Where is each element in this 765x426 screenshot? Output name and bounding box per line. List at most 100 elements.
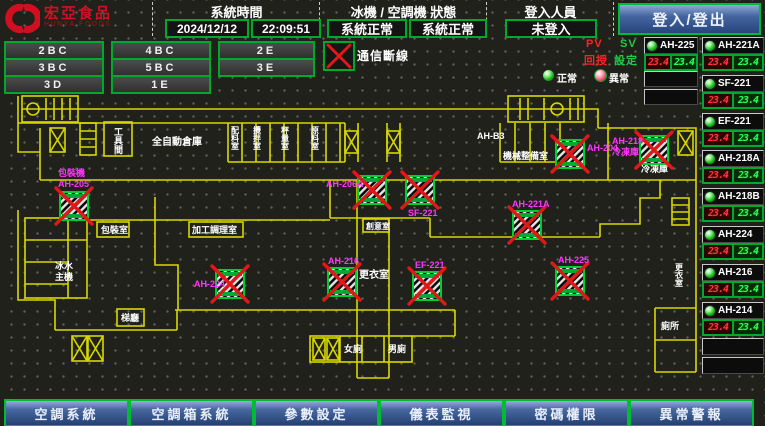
divider [152, 2, 153, 36]
unit-row-ah-224[interactable]: AH-224 [702, 226, 764, 243]
ahu-marker-offline[interactable]: 包裝機AH-205 [56, 167, 92, 224]
unit-status-led [704, 229, 716, 241]
system-date-value: 2024/12/12 [165, 19, 249, 38]
ahu-marker-offline[interactable]: AH-206A [326, 172, 390, 208]
marker-label: AH-225 [558, 255, 589, 265]
unit-status-led [704, 116, 716, 128]
marker-label: AH-221A [512, 199, 550, 209]
unit-status-led [704, 267, 716, 279]
room-label: 梯廳 [121, 312, 139, 323]
unit-temp-display-ah-224: 23.423.4 [702, 243, 764, 260]
unit-temp-display-ah-216: 23.423.4 [702, 281, 764, 298]
comm-loss-label: 通信斷線 [357, 47, 409, 64]
unit-temp-display-ah-225: 23.423.4 [644, 54, 698, 71]
divider [613, 2, 614, 36]
floor-button-3e[interactable]: 3E [218, 58, 315, 77]
unit-temp-display-sf-221: 23.423.4 [702, 92, 764, 109]
ahu-marker-offline[interactable]: SF-221 [402, 172, 438, 218]
chiller-status-value: 系統正常 [327, 19, 407, 38]
unit-sv-value: 23.4 [734, 169, 762, 182]
unit-status-led [704, 191, 716, 203]
unit-name: AH-214 [718, 305, 752, 316]
pv-legend: PV [586, 38, 603, 50]
abnormal-legend: 異常 [609, 70, 629, 85]
room-label: 機械整備室 [503, 150, 548, 161]
unit-temp-display-ah-214: 23.423.4 [702, 319, 764, 336]
unit-row-ah-218b[interactable]: AH-218B [702, 188, 764, 205]
unit-name: AH-218B [718, 191, 760, 202]
unit-row-ah-214[interactable]: AH-214 [702, 302, 764, 319]
unit-sv-value: 23.4 [672, 56, 696, 69]
ahu-marker-offline[interactable]: AH-218冷凍庫 [612, 132, 672, 168]
unit-status-led [704, 40, 716, 52]
unit-name: AH-218A [718, 153, 760, 164]
unit-name: AH-224 [718, 229, 752, 240]
unit-row-ah-216[interactable]: AH-216 [702, 264, 764, 281]
ahu-marker-offline[interactable]: AH-216 [324, 256, 360, 300]
unit-pv-value: 23.4 [704, 321, 734, 334]
room-label: 全自動倉庫 [151, 135, 202, 148]
unit-pv-value: 23.4 [704, 94, 734, 107]
marker-label: 冷凍庫 [612, 146, 639, 157]
unit-name: AH-225 [660, 40, 694, 51]
unit-pv-value: 23.4 [704, 132, 734, 145]
marker-label: EF-221 [415, 260, 445, 270]
unit-name: AH-221A [718, 40, 760, 51]
setpoint-legend: 設定 [614, 52, 638, 68]
unit-name: EF-221 [718, 116, 751, 127]
brand-name-cn: 宏亞食品 [44, 6, 112, 21]
unit-row-ef-221[interactable]: EF-221 [702, 113, 764, 130]
unit-empty-slot [644, 89, 698, 105]
abnormal-led-icon [594, 69, 607, 82]
unit-temp-display-ah-218b: 23.423.4 [702, 205, 764, 222]
unit-sv-value: 23.4 [734, 132, 762, 145]
room-label: 加工調理室 [191, 224, 237, 235]
nav-button-2[interactable]: 空調箱系統 [129, 399, 254, 426]
floorplan: 工具間全自動倉庫配料室攪拌室秤量室原料室AH-B3機械整備室冷凍庫包裝室加工調理… [0, 88, 765, 400]
room-label: AH-B3 [477, 131, 505, 141]
hmi-screen: 宏亞食品 HUNYA FOODS 系統時間 2024/12/12 22:09:5… [0, 0, 765, 426]
unit-name: SF-221 [718, 78, 751, 89]
login-user-value: 未登入 [505, 19, 597, 38]
brand-name-en: HUNYA FOODS [44, 21, 112, 28]
unit-pv-value: 23.4 [704, 283, 734, 296]
ahu-marker-offline[interactable]: EF-221 [409, 260, 445, 304]
nav-button-5[interactable]: 密碼權限 [504, 399, 629, 426]
login-logout-button[interactable]: 登入/登出 [618, 3, 761, 35]
normal-legend: 正常 [557, 70, 577, 85]
system-clock-value: 22:09:51 [251, 19, 321, 38]
room-label: 女廁 [344, 343, 362, 354]
unit-status-led [704, 78, 716, 90]
marker-label: AH-218 [612, 136, 643, 146]
unit-empty-slot [702, 338, 764, 355]
nav-button-1[interactable]: 空調系統 [4, 399, 129, 426]
room-label: 廁所 [661, 320, 679, 331]
unit-empty-slot [702, 357, 764, 374]
room-label: 攪拌室 [253, 125, 262, 151]
room-label: 冰水 [55, 260, 74, 271]
unit-row-sf-221[interactable]: SF-221 [702, 75, 764, 92]
ahu-marker-offline[interactable]: AH-224 [194, 266, 248, 302]
unit-sv-value: 23.4 [734, 321, 762, 334]
unit-status-led [704, 305, 716, 317]
room-label: 更衣室 [359, 268, 389, 281]
unit-row-ah-221a[interactable]: AH-221A [702, 37, 764, 54]
unit-pv-value: 23.4 [704, 245, 734, 258]
nav-button-3[interactable]: 參數設定 [254, 399, 379, 426]
unit-pv-value: 23.4 [646, 56, 672, 69]
unit-row-ah-218a[interactable]: AH-218A [702, 150, 764, 167]
marker-label: 包裝機 [57, 167, 85, 178]
unit-row-ah-225[interactable]: AH-225 [644, 37, 698, 54]
room-label: 男廁 [388, 343, 406, 354]
room-label: 原料室 [311, 126, 320, 151]
marker-label: AH-205 [58, 179, 89, 189]
marker-label: AH-224 [194, 279, 225, 289]
nav-button-6[interactable]: 異常警報 [629, 399, 754, 426]
comm-loss-icon [323, 41, 355, 71]
room-label: 包裝室 [100, 224, 128, 235]
room-label: 創意室 [365, 221, 390, 231]
sv-legend: SV [620, 38, 637, 50]
nav-button-4[interactable]: 儀表監視 [379, 399, 504, 426]
unit-sv-value: 23.4 [734, 94, 762, 107]
ahu-marker-offline[interactable]: AH-225 [552, 255, 589, 299]
